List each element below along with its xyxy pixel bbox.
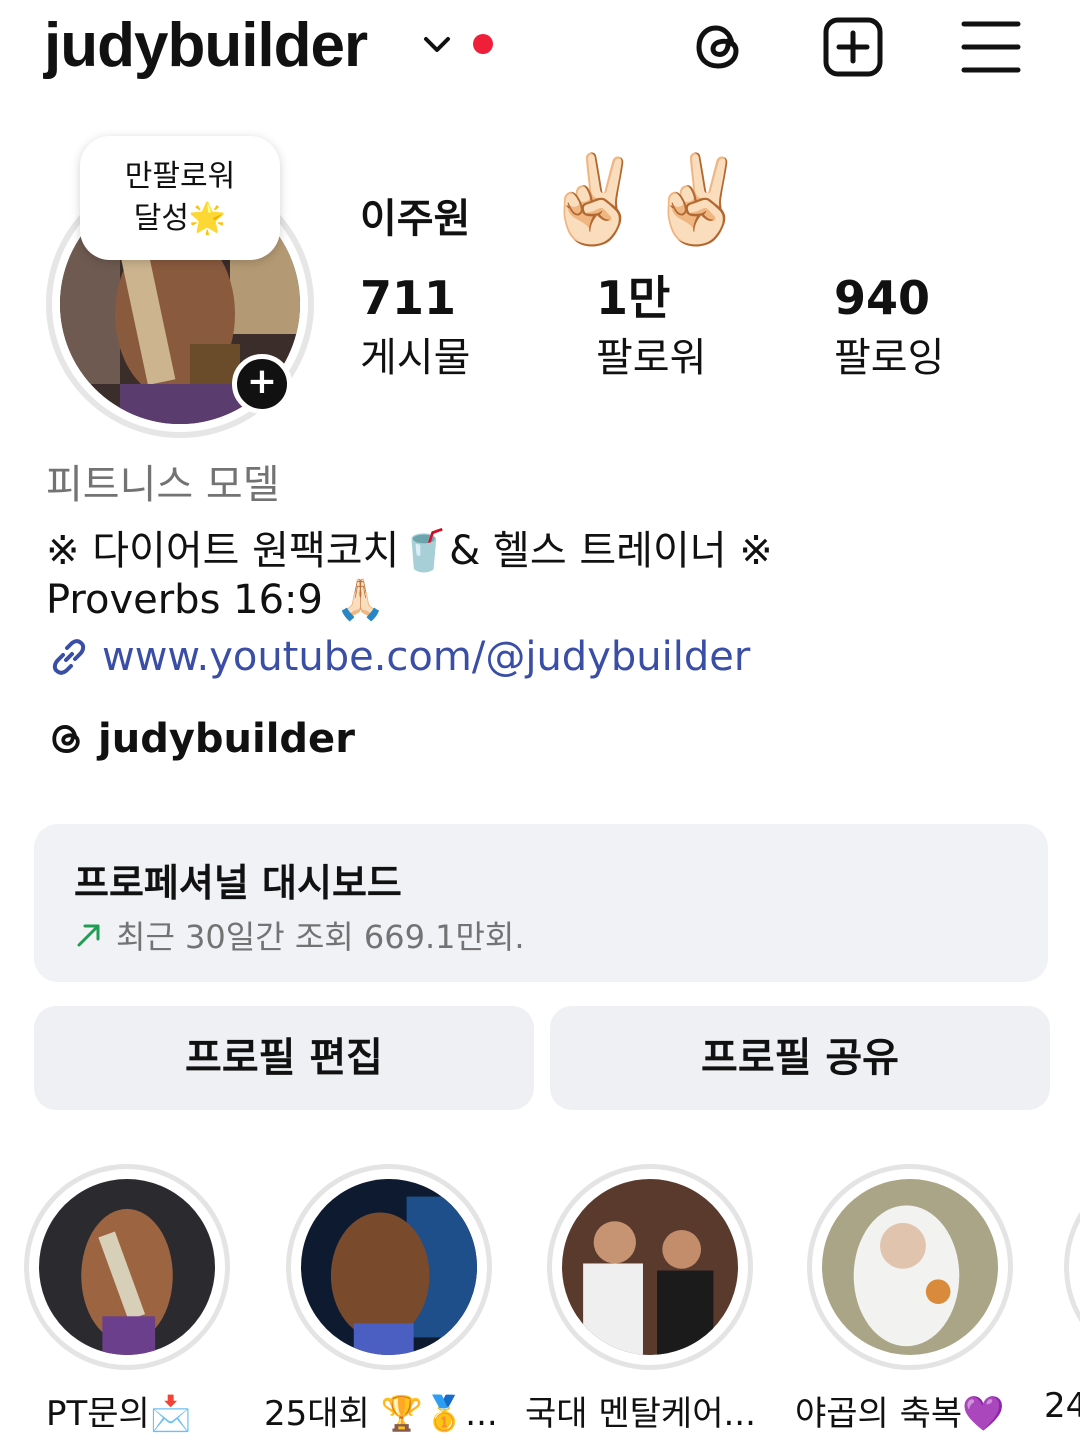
note-line-2: 달성🌟	[133, 201, 227, 236]
top-bar: judybuilder	[0, 0, 1080, 100]
note-line-1: 만팔로워	[124, 159, 236, 194]
chevron-down-icon[interactable]	[420, 28, 454, 62]
stat-label: 팔로워	[596, 335, 707, 381]
stat-value: 711	[360, 271, 457, 325]
menu-icon[interactable]	[958, 14, 1024, 80]
profile-note-bubble[interactable]: 만팔로워 달성🌟	[80, 136, 280, 260]
threads-badge[interactable]: judybuilder	[46, 716, 355, 762]
share-profile-button[interactable]: 프로필 공유	[550, 1006, 1050, 1110]
bio-category: 피트니스 모델	[46, 462, 280, 508]
professional-dashboard[interactable]: 프로페셔널 대시보드 최근 30일간 조회 669.1만회.	[34, 824, 1048, 982]
dashboard-title: 프로페셔널 대시보드	[74, 861, 402, 905]
dashboard-subtitle-text: 최근 30일간 조회 669.1만회.	[116, 918, 525, 956]
highlight-ring	[286, 1164, 492, 1370]
create-post-icon[interactable]	[820, 14, 886, 80]
highlight-cover	[562, 1179, 738, 1355]
stat-label: 팔로잉	[834, 335, 945, 381]
peace-emoji: ✌🏻	[644, 150, 752, 250]
highlight-label: 25대회 🏆🥇...	[264, 1394, 498, 1434]
highlight-cover	[39, 1179, 215, 1355]
link-text: www.youtube.com/@judybuilder	[102, 634, 751, 680]
bio-line: Proverbs 16:9 🙏🏻	[46, 577, 386, 623]
account-username[interactable]: judybuilder	[44, 10, 368, 81]
trend-up-icon	[77, 924, 100, 947]
highlight-cover	[301, 1179, 477, 1355]
story-highlight[interactable]: 24	[1064, 1164, 1080, 1370]
peace-emoji: ✌🏻	[540, 150, 648, 250]
threads-icon[interactable]	[686, 14, 752, 80]
highlight-ring	[807, 1164, 1013, 1370]
threads-icon	[52, 724, 80, 754]
stat-value: 1만	[596, 271, 671, 325]
link-icon	[52, 639, 86, 675]
highlight-ring	[547, 1164, 753, 1370]
story-highlight[interactable]: 국대 멘탈케어...	[525, 1164, 757, 1434]
highlight-label: PT문의📩	[46, 1394, 193, 1434]
stat-label: 게시물	[360, 335, 471, 381]
dashboard-subtitle: 최근 30일간 조회 669.1만회.	[74, 912, 525, 958]
bio-link[interactable]: www.youtube.com/@judybuilder	[46, 634, 750, 680]
threads-handle-text: judybuilder	[98, 716, 355, 762]
notification-dot	[473, 34, 493, 54]
highlight-cover	[822, 1179, 998, 1355]
stat-followers[interactable]: 1만 팔로워	[596, 270, 706, 388]
story-highlight[interactable]: 야곱의 축복💜	[795, 1164, 1017, 1434]
stat-value: 940	[834, 271, 931, 325]
highlight-label-partial: 24	[1044, 1386, 1080, 1426]
edit-profile-button[interactable]: 프로필 편집	[34, 1006, 534, 1110]
highlight-ring	[24, 1164, 230, 1370]
stat-following[interactable]: 940 팔로잉	[834, 270, 944, 388]
story-highlight[interactable]: 25대회 🏆🥇...	[264, 1164, 498, 1434]
add-story-button[interactable]: +	[232, 354, 292, 414]
bio-line: ※ 다이어트 원팩코치🥤& 헬스 트레이너 ※	[46, 528, 773, 574]
stat-posts[interactable]: 711 게시물	[360, 270, 470, 388]
highlight-label: 야곱의 축복💜	[795, 1394, 1005, 1434]
story-highlight[interactable]: PT문의📩	[20, 1164, 234, 1434]
highlight-label: 국대 멘탈케어...	[525, 1394, 756, 1434]
profile-name: 이주원	[360, 196, 471, 242]
highlight-ring	[1064, 1164, 1080, 1370]
